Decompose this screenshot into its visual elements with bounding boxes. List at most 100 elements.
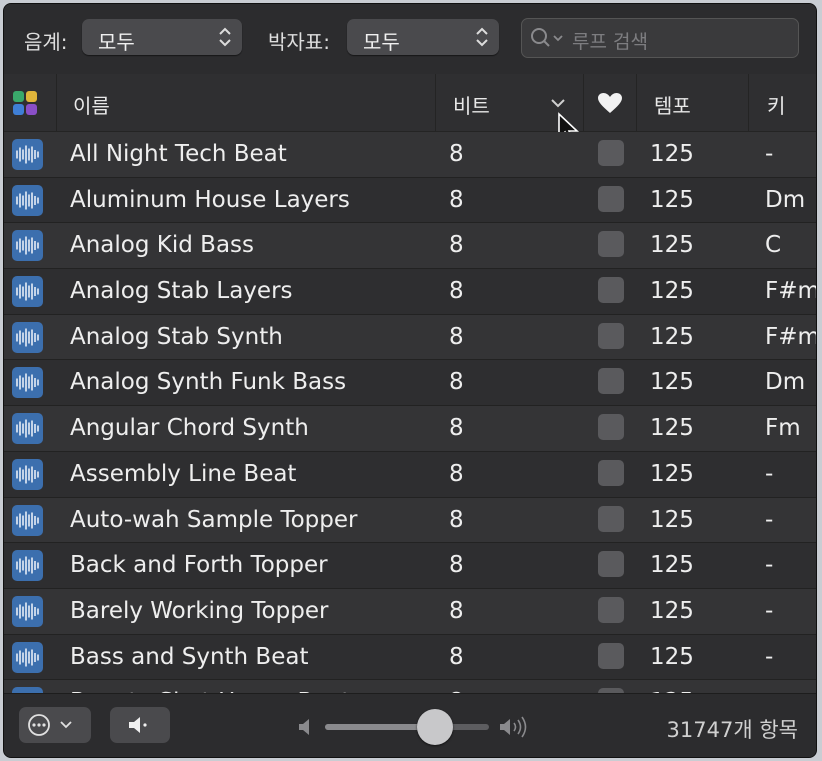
favorite-checkbox[interactable] <box>598 551 624 578</box>
waveform-icon <box>12 641 43 673</box>
loop-beats: 8 <box>449 323 464 350</box>
table-row[interactable]: Beauty Shot House Beat8125- <box>4 680 816 694</box>
loop-tempo: 125 <box>650 552 694 579</box>
name-column-title: 이름 <box>73 94 110 118</box>
loop-beats: 8 <box>449 643 464 670</box>
table-row[interactable]: Analog Kid Bass 8 125 C <box>4 223 816 270</box>
loop-key: - <box>765 552 774 579</box>
loop-key: F#m <box>765 323 816 350</box>
table-row[interactable]: Angular Chord Synth 8 125 Fm <box>4 406 816 452</box>
loop-key: - <box>765 506 774 533</box>
loop-tempo: 125 <box>650 597 694 624</box>
table-row[interactable]: All Night Tech Beat 8 125 - <box>4 132 816 178</box>
loop-beats: 8 <box>449 186 464 213</box>
loop-name: Back and Forth Topper <box>70 552 328 579</box>
scale-popup[interactable]: 모두 <box>82 19 242 55</box>
favorite-checkbox[interactable] <box>598 368 624 395</box>
table-row[interactable]: Analog Stab Synth 8 125 F#m <box>4 314 816 361</box>
loop-key: F#m <box>765 278 816 305</box>
bottom-bar: 31747개 항목 <box>4 693 816 757</box>
favorite-checkbox[interactable] <box>598 642 624 669</box>
search-field[interactable]: 루프 검색 <box>521 18 799 58</box>
loop-beats: 8 <box>449 278 464 305</box>
waveform-icon <box>12 595 43 627</box>
loop-tempo: 125 <box>650 141 694 167</box>
beats-column-title: 비트 <box>453 94 490 118</box>
speaker-icon <box>129 717 147 733</box>
table-row[interactable]: Bass and Synth Beat 8 125 - <box>4 634 816 681</box>
waveform-icon <box>12 230 43 262</box>
table-row[interactable]: Barely Working Topper 8 125 - <box>4 588 816 635</box>
key-column-header[interactable]: 키 <box>749 74 816 131</box>
favorite-checkbox[interactable] <box>598 414 624 441</box>
favorite-checkbox[interactable] <box>598 231 624 258</box>
loop-tempo: 125 <box>650 323 694 350</box>
loop-key: - <box>765 597 774 624</box>
scale-label: 음계: <box>24 30 68 54</box>
up-down-chevron-icon <box>476 27 488 47</box>
loop-browser-panel: 음계: 모두 박자표: 모두 루프 검색 이름 비트 템포 키 All Nigh… <box>3 3 817 758</box>
loop-tempo: 125 <box>650 278 694 305</box>
chevron-down-icon[interactable] <box>550 98 566 108</box>
favorite-column-header[interactable] <box>584 74 637 131</box>
favorite-checkbox[interactable] <box>598 277 624 304</box>
loop-name: Analog Synth Funk Bass <box>70 369 347 396</box>
loop-name: Angular Chord Synth <box>70 415 309 442</box>
loop-key: Fm <box>765 415 801 442</box>
loop-name: Barely Working Topper <box>70 597 329 624</box>
loop-key: C <box>765 232 782 259</box>
color-column-header[interactable] <box>4 74 57 131</box>
volume-high-icon <box>500 716 527 738</box>
loop-name: Auto-wah Sample Topper <box>70 506 358 533</box>
loop-key: - <box>765 643 774 670</box>
search-icon <box>531 28 563 47</box>
favorite-checkbox[interactable] <box>598 140 624 166</box>
loop-name: Assembly Line Beat <box>70 460 297 487</box>
loop-name: Analog Stab Layers <box>70 278 293 305</box>
loop-beats: 8 <box>449 369 464 396</box>
favorite-checkbox[interactable] <box>598 596 624 623</box>
loop-beats: 8 <box>449 415 464 442</box>
scale-popup-value: 모두 <box>98 30 135 54</box>
more-actions-button[interactable] <box>19 707 91 743</box>
loop-key: Dm <box>765 186 806 213</box>
table-row[interactable]: Auto-wah Sample Topper 8 125 - <box>4 497 816 544</box>
preview-speaker-button[interactable] <box>110 707 170 743</box>
loop-beats: 8 <box>449 141 464 167</box>
name-column-header[interactable]: 이름 <box>57 74 436 131</box>
ellipsis-icon <box>28 714 72 736</box>
signature-popup[interactable]: 모두 <box>347 19 499 55</box>
waveform-icon <box>12 367 43 399</box>
tempo-column-header[interactable]: 템포 <box>637 74 749 131</box>
waveform-icon <box>12 504 43 536</box>
loop-beats: 8 <box>449 506 464 533</box>
loop-tempo: 125 <box>650 460 694 487</box>
table-row[interactable]: Analog Stab Layers 8 125 F#m <box>4 269 816 315</box>
loop-name: Aluminum House Layers <box>70 186 350 213</box>
favorite-checkbox[interactable] <box>598 459 624 486</box>
volume-slider-knob[interactable] <box>416 709 453 745</box>
favorite-checkbox[interactable] <box>598 505 624 532</box>
loop-beats: 8 <box>449 460 464 487</box>
table-row[interactable]: Back and Forth Topper 8 125 - <box>4 543 816 589</box>
favorite-checkbox[interactable] <box>598 322 624 349</box>
loop-name: Analog Kid Bass <box>70 232 254 259</box>
tempo-column-title: 템포 <box>654 94 691 118</box>
waveform-icon <box>12 184 43 216</box>
loop-beats: 8 <box>449 597 464 624</box>
favorite-checkbox[interactable] <box>598 185 624 212</box>
table-row[interactable]: Assembly Line Beat 8 125 - <box>4 451 816 498</box>
loop-tempo: 125 <box>650 415 694 442</box>
loop-tempo: 125 <box>650 232 694 259</box>
table-row[interactable]: Aluminum House Layers 8 125 Dm <box>4 177 816 224</box>
waveform-icon <box>12 321 43 353</box>
loop-tempo: 125 <box>650 369 694 396</box>
waveform-icon <box>12 550 43 582</box>
waveform-icon <box>12 276 43 308</box>
up-down-chevron-icon <box>219 27 231 47</box>
loop-key: Dm <box>765 369 806 396</box>
loop-tempo: 125 <box>650 643 694 670</box>
table-row[interactable]: Analog Synth Funk Bass 8 125 Dm <box>4 360 816 407</box>
loop-tempo: 125 <box>650 506 694 533</box>
color-quad-icon <box>13 91 37 115</box>
